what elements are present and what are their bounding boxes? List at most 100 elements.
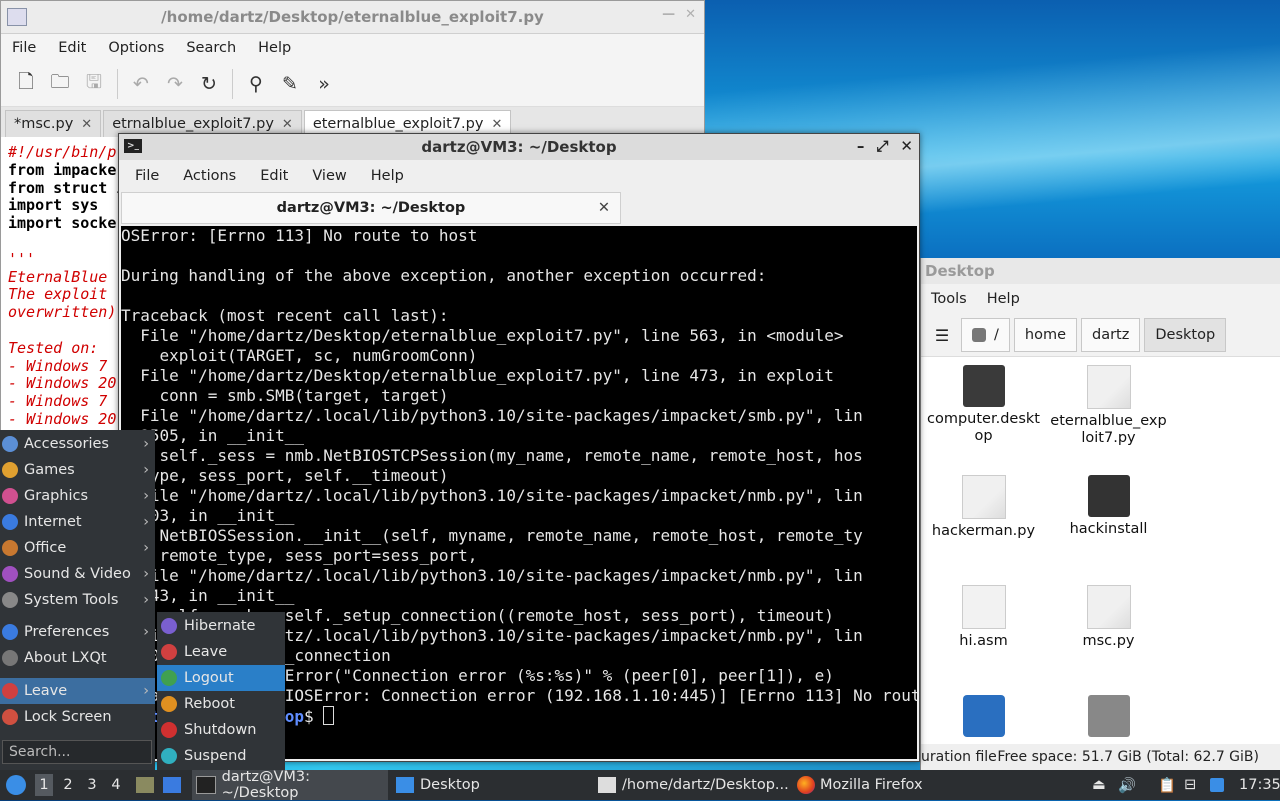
file-item[interactable] — [1046, 695, 1171, 741]
file-item[interactable]: computer.desktop — [921, 365, 1046, 445]
editor-menu-edit[interactable]: Edit — [47, 40, 97, 56]
redo-icon[interactable]: ↷ — [160, 69, 190, 99]
menu-item-internet[interactable]: Internet › — [0, 509, 155, 535]
path-root-button[interactable]: / — [961, 318, 1010, 352]
menu-item-accessories[interactable]: Accessories › — [0, 431, 155, 457]
undo-icon[interactable]: ↶ — [126, 69, 156, 99]
path-bar: ☰ / home dartz Desktop — [921, 314, 1280, 357]
file-item[interactable]: hackerman.py — [921, 475, 1046, 540]
terminal-menu-file[interactable]: File — [123, 168, 171, 184]
chevron-right-icon: › — [143, 462, 149, 478]
fm-menu-help[interactable]: Help — [977, 291, 1030, 307]
menu-item-label: Hibernate — [184, 618, 256, 634]
terminal-menu-actions[interactable]: Actions — [171, 168, 248, 184]
show-desktop-icon[interactable] — [163, 770, 187, 800]
minimize-icon[interactable]: – — [857, 137, 865, 155]
close-icon[interactable]: ✕ — [900, 137, 913, 155]
path-dartz-button[interactable]: dartz — [1081, 318, 1141, 352]
menu-search-input[interactable]: Search... — [2, 740, 152, 764]
update-notifier-icon[interactable] — [1210, 770, 1224, 800]
save-icon[interactable]: 🖫 — [79, 69, 109, 99]
chevron-right-icon: › — [143, 683, 149, 699]
menu-item-label: Suspend — [184, 748, 247, 764]
file-label: hi.asm — [959, 633, 1008, 649]
file-manager-titlebar[interactable]: Desktop — [921, 258, 1280, 284]
close-icon[interactable]: ✕ — [491, 117, 502, 132]
task-editor[interactable]: /home/dartz/Desktop... — [598, 770, 789, 800]
editor-menu-file[interactable]: File — [1, 40, 47, 56]
editor-titlebar[interactable]: /home/dartz/Desktop/eternalblue_exploit7… — [1, 1, 704, 34]
find-replace-icon[interactable]: ✎ — [275, 69, 305, 99]
new-file-icon[interactable]: 🗋 — [11, 69, 41, 99]
editor-menu-search[interactable]: Search — [175, 40, 247, 56]
leave-option-suspend[interactable]: Suspend — [157, 743, 285, 769]
open-folder-icon[interactable]: 🗀 — [45, 69, 75, 99]
workspace-2[interactable]: 2 — [59, 774, 77, 796]
terminal-tab[interactable]: dartz@VM3: ~/Desktop ✕ — [121, 192, 621, 224]
leave-option-leave[interactable]: Leave — [157, 639, 285, 665]
editor-menu-options[interactable]: Options — [97, 40, 175, 56]
file-item[interactable] — [921, 695, 1046, 741]
maximize-icon[interactable]: ✕ — [685, 7, 696, 22]
leave-option-reboot[interactable]: Reboot — [157, 691, 285, 717]
leave-icon — [161, 644, 177, 660]
file-item[interactable]: eternalblue_exploit7.py — [1046, 365, 1171, 447]
file-item[interactable]: hackinstall — [1046, 475, 1171, 538]
leave-option-hibernate[interactable]: Hibernate — [157, 613, 285, 639]
minimize-icon[interactable]: — — [662, 7, 675, 22]
task-firefox[interactable]: Mozilla Firefox — [797, 770, 923, 800]
task-terminal[interactable]: dartz@VM3: ~/Desktop — [192, 769, 388, 801]
menu-item-lock-screen[interactable]: Lock Screen — [0, 704, 155, 730]
file-view: computer.desktop eternalblue_exploit7.py h… — [921, 357, 1280, 747]
path-home-button[interactable]: home — [1013, 318, 1077, 352]
terminal-menu-edit[interactable]: Edit — [248, 168, 300, 184]
terminal-menu-view[interactable]: View — [300, 168, 358, 184]
menu-item-leave[interactable]: Leave › — [0, 678, 155, 704]
close-icon[interactable]: ✕ — [598, 200, 610, 216]
lock-screen-icon — [2, 709, 18, 725]
menu-item-games[interactable]: Games › — [0, 457, 155, 483]
file-item[interactable]: msc.py — [1046, 585, 1171, 650]
find-icon[interactable]: ⚲ — [241, 69, 271, 99]
fm-menu-tools[interactable]: Tools — [921, 291, 977, 307]
leave-option-shutdown[interactable]: Shutdown — [157, 717, 285, 743]
reboot-icon — [161, 696, 177, 712]
terminal-titlebar[interactable]: >_ dartz@VM3: ~/Desktop – ⤢ ✕ — [119, 134, 919, 160]
close-icon[interactable]: ✕ — [81, 117, 92, 132]
menu-item-graphics[interactable]: Graphics › — [0, 483, 155, 509]
file-manager-launcher-icon[interactable] — [136, 770, 160, 800]
workspace-1[interactable]: 1 — [35, 774, 53, 796]
terminal-line: File "/home/dartz/.local/lib/python3.10/… — [121, 486, 863, 505]
menu-item-about[interactable]: About LXQt — [0, 645, 155, 671]
terminal-title: dartz@VM3: ~/Desktop — [421, 138, 617, 156]
editor-menu-help[interactable]: Help — [247, 40, 302, 56]
volume-icon[interactable]: 🔊 — [1118, 770, 1136, 800]
chevron-right-icon: › — [143, 592, 149, 608]
eject-icon[interactable]: ⏏ — [1092, 770, 1106, 800]
network-icon[interactable]: ⊟ — [1184, 770, 1196, 800]
workspace-3[interactable]: 3 — [83, 774, 101, 796]
file-manager-window: Desktop Tools Help ☰ / home dartz Deskto… — [920, 258, 1280, 770]
start-menu-button[interactable] — [6, 770, 26, 800]
menu-item-system-tools[interactable]: System Tools › — [0, 587, 155, 613]
editor-tab[interactable]: *msc.py ✕ — [5, 110, 102, 137]
list-view-icon[interactable]: ☰ — [927, 326, 957, 345]
menu-item-preferences[interactable]: Preferences › — [0, 619, 155, 645]
clock[interactable]: 17:35 — [1239, 770, 1280, 800]
workspace-4[interactable]: 4 — [107, 774, 125, 796]
drive-icon — [972, 328, 986, 342]
task-file-manager[interactable]: Desktop — [396, 770, 480, 800]
menu-item-sound-video[interactable]: Sound & Video › — [0, 561, 155, 587]
terminal-menu-help[interactable]: Help — [359, 168, 416, 184]
close-icon[interactable]: ✕ — [282, 117, 293, 132]
menu-item-office[interactable]: Office › — [0, 535, 155, 561]
clipboard-icon[interactable]: 📋 — [1158, 770, 1176, 800]
more-icon[interactable]: » — [309, 69, 339, 99]
maximize-icon[interactable]: ⤢ — [876, 137, 888, 155]
file-item[interactable]: hi.asm — [921, 585, 1046, 650]
leave-option-logout[interactable]: Logout — [157, 665, 285, 691]
graphics-icon — [2, 488, 18, 504]
path-desktop-button[interactable]: Desktop — [1144, 318, 1227, 352]
reload-icon[interactable]: ↻ — [194, 69, 224, 99]
network-folder-icon — [962, 695, 1005, 737]
